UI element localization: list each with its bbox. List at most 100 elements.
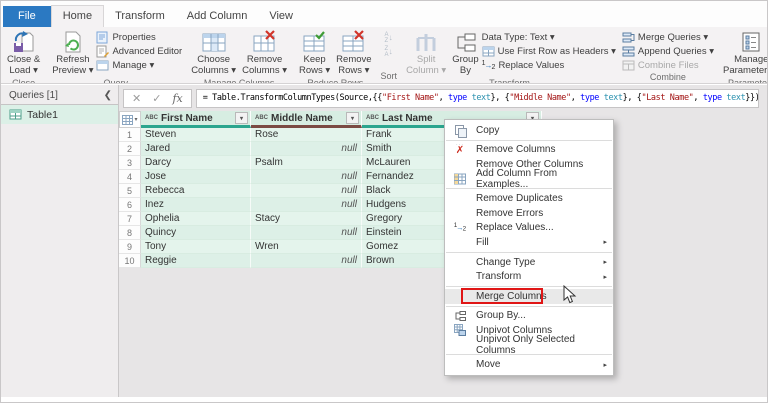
menu-item-add-column-from-examples[interactable]: Add Column From Examples... — [445, 168, 613, 190]
table-row[interactable]: 5 Rebecca null Black — [119, 184, 767, 198]
close-and-load-button[interactable]: Close & Load ▾ — [4, 29, 43, 78]
menu-label: Remove Columns — [476, 144, 556, 156]
table-row[interactable]: 10 Reggie null Brown — [119, 254, 767, 268]
formula-input[interactable]: = Table.TransformColumnTypes(Source,{{"F… — [195, 88, 759, 108]
menu-item-merge-columns[interactable]: Merge Columns — [445, 287, 613, 304]
menu-item-remove-duplicates[interactable]: Remove Duplicates — [445, 191, 613, 206]
table-row[interactable]: 7 Ophelia Stacy Gregory — [119, 212, 767, 226]
remove-columns-button[interactable]: Remove Columns ▾ — [239, 29, 290, 78]
cell[interactable]: Rose — [251, 128, 362, 142]
combine-files-button[interactable]: Combine Files — [622, 58, 714, 72]
replace-values-button[interactable]: 1 → 2 Replace Values — [482, 58, 616, 72]
menu-label: Move — [476, 359, 501, 371]
row-number: 3 — [119, 156, 141, 170]
remove-rows-label-1: Remove — [336, 54, 372, 65]
menu-separator — [446, 285, 612, 287]
menu-item-copy[interactable]: Copy — [445, 123, 613, 138]
query-name: Table1 — [27, 108, 58, 121]
sort-ascending-button[interactable]: AZ ↓ — [385, 32, 393, 44]
cell[interactable]: null — [251, 142, 362, 156]
table-row[interactable]: 4 Jose null Fernandez — [119, 170, 767, 184]
remove-rows-icon — [342, 30, 366, 54]
merge-queries-button[interactable]: Merge Queries ▾ — [622, 30, 714, 44]
column-header-middle-name[interactable]: ABC Middle Name ▾ — [251, 111, 362, 128]
refresh-preview-button[interactable]: Refresh Preview ▾ — [49, 29, 96, 78]
table-row[interactable]: 3 Darcy Psalm McLauren — [119, 156, 767, 170]
menu-label: Remove Duplicates — [476, 193, 563, 205]
split-column-button[interactable]: Split Column ▾ — [403, 29, 449, 78]
advanced-editor-icon — [96, 45, 110, 57]
formula-cancel-button[interactable]: ✕ — [132, 92, 141, 105]
menu-item-remove-columns[interactable]: ··· ✗ Remove Columns — [445, 143, 613, 158]
filter-dropdown-button[interactable]: ▾ — [346, 112, 359, 124]
text-type-icon: ABC — [366, 115, 379, 121]
split-column-icon — [414, 30, 438, 54]
cell[interactable]: Rebecca — [141, 184, 251, 198]
data-type-button[interactable]: Data Type: Text ▾ — [482, 30, 616, 44]
menu-separator — [446, 139, 612, 141]
query-list-item-table1[interactable]: Table1 — [1, 105, 118, 124]
advanced-editor-button[interactable]: Advanced Editor — [96, 44, 182, 58]
menu-item-unpivot-only-selected[interactable]: Unpivot Only Selected Columns — [445, 334, 613, 356]
cell[interactable]: Steven — [141, 128, 251, 142]
collapse-pane-button[interactable]: ❮ — [104, 90, 112, 101]
cell[interactable]: Quincy — [141, 226, 251, 240]
menu-item-remove-errors[interactable]: Remove Errors — [445, 206, 613, 221]
menu-item-fill[interactable]: Fill ▸ — [445, 235, 613, 250]
tab-home[interactable]: Home — [50, 5, 105, 27]
choose-columns-button[interactable]: Choose Columns ▾ — [188, 29, 239, 78]
table-row[interactable]: 8 Quincy null Einstein — [119, 226, 767, 240]
queries-pane-title: Queries [1] — [9, 90, 58, 101]
group-by-label-1: Group — [452, 54, 479, 65]
cell[interactable]: Darcy — [141, 156, 251, 170]
table-row[interactable]: 1 Steven Rose Frank — [119, 128, 767, 142]
cell[interactable]: null — [251, 198, 362, 212]
cell[interactable]: Inez — [141, 198, 251, 212]
formula-commit-button[interactable]: ✓ — [152, 92, 161, 105]
group-by-icon — [453, 30, 477, 54]
cell[interactable]: Jared — [141, 142, 251, 156]
use-first-row-as-headers-button[interactable]: Use First Row as Headers ▾ — [482, 44, 616, 58]
table-options-button[interactable]: ▾ — [119, 111, 141, 128]
filter-dropdown-button[interactable]: ▾ — [235, 112, 248, 124]
tab-view[interactable]: View — [258, 6, 304, 27]
menu-item-transform[interactable]: Transform ▸ — [445, 269, 613, 284]
tab-file[interactable]: File — [3, 6, 51, 27]
manage-parameters-button[interactable]: Manage Parameters ▾ — [720, 29, 767, 78]
refresh-label-1: Refresh — [56, 54, 90, 65]
tab-add-column[interactable]: Add Column — [176, 6, 259, 27]
table-row[interactable]: 2 Jared null Smith — [119, 142, 767, 156]
cell[interactable]: null — [251, 170, 362, 184]
cell[interactable]: Tony — [141, 240, 251, 254]
cell[interactable]: Stacy — [251, 212, 362, 226]
cell[interactable]: Jose — [141, 170, 251, 184]
menu-label: Transform — [476, 271, 522, 283]
cell[interactable]: null — [251, 184, 362, 198]
cell[interactable]: null — [251, 254, 362, 268]
cell[interactable]: Ophelia — [141, 212, 251, 226]
replace-values-icon: 1 → 2 — [452, 221, 468, 235]
menu-item-replace-values[interactable]: 1 → 2 Replace Values... — [445, 221, 613, 236]
cell[interactable]: null — [251, 226, 362, 240]
menu-item-group-by[interactable]: Group By... — [445, 309, 613, 324]
column-header-first-name[interactable]: ABC First Name ▾ — [141, 111, 251, 128]
tab-transform[interactable]: Transform — [104, 6, 176, 27]
sort-descending-button[interactable]: ZA ↓ — [385, 46, 393, 58]
cell[interactable]: Psalm — [251, 156, 362, 170]
refresh-icon — [61, 30, 85, 54]
manage-button[interactable]: Manage ▾ — [96, 58, 182, 72]
refresh-label-2: Preview ▾ — [52, 65, 94, 77]
table-row[interactable]: 6 Inez null Hudgens — [119, 198, 767, 212]
properties-button[interactable]: Properties — [96, 30, 182, 44]
group-by-button[interactable]: Group By — [449, 29, 481, 78]
table-row[interactable]: 9 Tony Wren Gomez — [119, 240, 767, 254]
menu-item-move[interactable]: Move ▸ — [445, 357, 613, 372]
merge-queries-label: Merge Queries ▾ — [637, 31, 709, 43]
remove-rows-button[interactable]: Remove Rows ▾ — [333, 29, 374, 78]
keep-rows-button[interactable]: Keep Rows ▾ — [296, 29, 333, 78]
cell[interactable]: Reggie — [141, 254, 251, 268]
append-queries-button[interactable]: Append Queries ▾ — [622, 44, 714, 58]
cell[interactable]: Wren — [251, 240, 362, 254]
remove-columns-label-1: Remove — [246, 54, 283, 65]
menu-item-change-type[interactable]: Change Type ▸ — [445, 255, 613, 270]
